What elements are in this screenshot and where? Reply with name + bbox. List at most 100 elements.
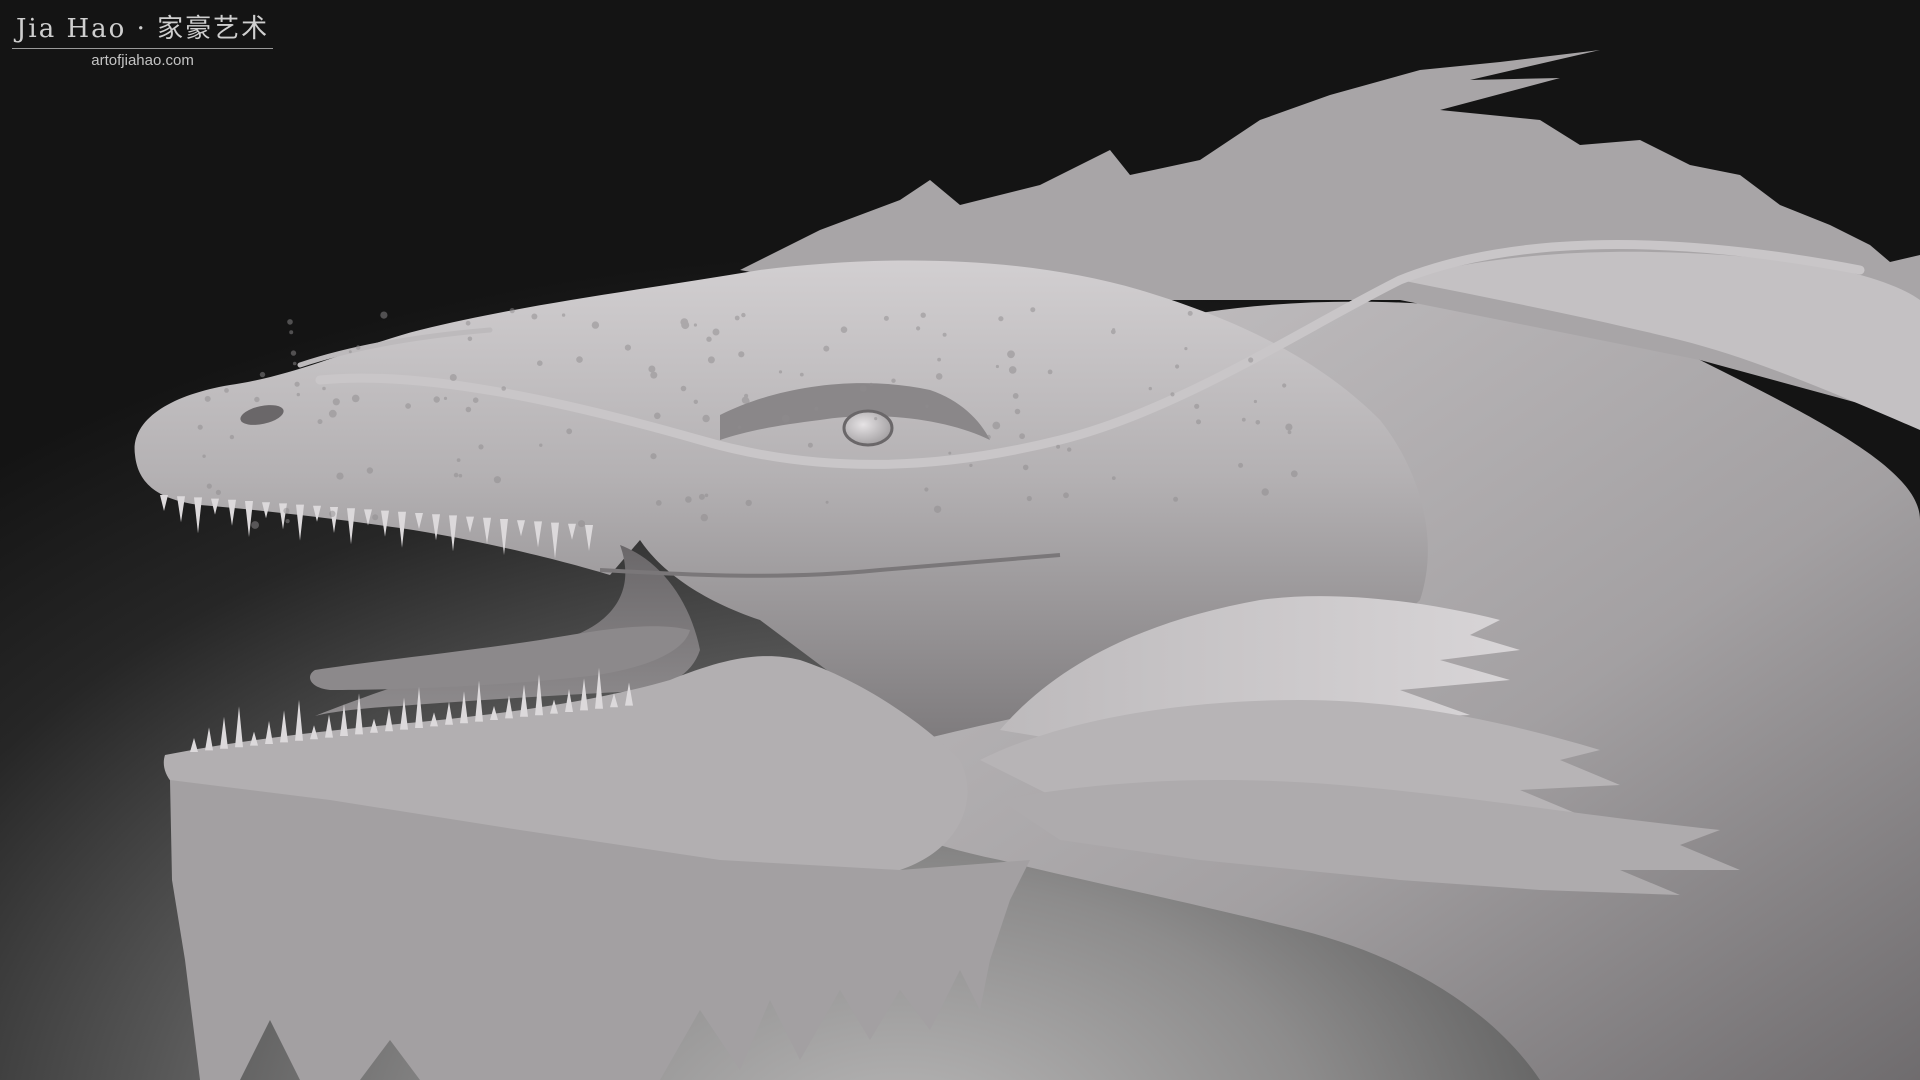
skin-bump xyxy=(1285,423,1293,431)
skin-bump xyxy=(336,472,344,480)
skin-bump xyxy=(204,395,211,402)
skin-bump xyxy=(1261,488,1269,496)
lower-tooth xyxy=(190,738,198,752)
skin-bump xyxy=(1047,369,1053,375)
skin-bump xyxy=(465,320,471,326)
upper-tooth xyxy=(279,503,287,530)
skin-bump xyxy=(933,505,942,513)
lower-tooth xyxy=(430,712,438,727)
skin-bump xyxy=(254,396,260,403)
skin-bump xyxy=(443,396,448,400)
watermark-url: artofjiahao.com xyxy=(91,52,194,69)
skin-bump xyxy=(449,374,457,381)
skin-bump xyxy=(874,417,878,421)
skin-bump xyxy=(986,434,991,440)
dragon-eye xyxy=(842,409,894,447)
skin-bump xyxy=(823,345,830,352)
skin-bump xyxy=(1014,408,1021,415)
skin-bump xyxy=(465,406,472,413)
skin-bump xyxy=(702,414,710,423)
skin-bump xyxy=(380,311,388,319)
skin-bump xyxy=(539,443,543,447)
skin-bump xyxy=(781,414,790,423)
skin-bump xyxy=(467,336,473,342)
skin-bump xyxy=(707,356,715,364)
skin-bump xyxy=(1241,417,1246,422)
skin-bump xyxy=(329,510,336,517)
skin-bump xyxy=(1194,403,1200,409)
lower-tooth xyxy=(265,721,273,744)
lower-tooth xyxy=(220,716,228,749)
skin-bump xyxy=(1007,350,1015,359)
skin-bump xyxy=(576,356,583,363)
skin-bump xyxy=(920,312,926,318)
skin-bump xyxy=(624,344,632,351)
skin-bump xyxy=(322,386,326,391)
skin-bump xyxy=(840,326,848,334)
skin-bump xyxy=(458,473,463,478)
skin-bump xyxy=(290,350,297,356)
skin-bump xyxy=(1148,386,1153,391)
skin-bump xyxy=(1170,392,1175,397)
skin-bump xyxy=(348,350,352,354)
skin-bump xyxy=(287,319,293,325)
watermark-title: Jia Hao · 家豪艺术 xyxy=(12,14,274,49)
skin-bump xyxy=(942,332,947,337)
lower-tooth xyxy=(445,701,453,725)
skin-bump xyxy=(1253,399,1257,404)
skin-bump xyxy=(969,463,973,468)
skin-bump xyxy=(1067,447,1072,452)
lower-tooth xyxy=(385,708,393,732)
upper-tooth xyxy=(296,504,304,541)
skin-bump xyxy=(650,371,658,379)
skin-bump xyxy=(1248,357,1254,363)
skin-bump xyxy=(680,318,689,326)
skin-bump xyxy=(456,458,461,462)
skin-bump xyxy=(215,489,221,495)
skin-bump xyxy=(283,507,290,514)
skin-bump xyxy=(700,513,708,522)
skin-bump xyxy=(197,424,203,430)
lower-tooth xyxy=(325,714,333,738)
artist-watermark: Jia Hao · 家豪艺术 artofjiahao.com xyxy=(12,14,274,71)
lower-tooth xyxy=(205,727,213,751)
skin-bump xyxy=(355,345,361,350)
skin-bump xyxy=(693,323,698,327)
skin-bump xyxy=(924,487,929,492)
skin-bump xyxy=(744,393,749,398)
skin-bump xyxy=(693,399,698,404)
skin-bump xyxy=(859,385,867,392)
render-viewport: Jia Hao · 家豪艺术 artofjiahao.com xyxy=(0,0,1920,1080)
skin-bump xyxy=(738,351,745,358)
skin-bump xyxy=(296,392,300,397)
skin-bump xyxy=(332,398,340,406)
skin-bump xyxy=(712,328,720,336)
skin-bump xyxy=(743,398,750,404)
upper-tooth xyxy=(228,499,236,526)
upper-tooth xyxy=(398,511,406,548)
skin-bump xyxy=(648,365,656,373)
skin-bump xyxy=(995,364,1000,369)
skin-bump xyxy=(737,425,742,430)
skin-bump xyxy=(814,406,819,411)
skin-bump xyxy=(289,330,294,335)
skin-bump xyxy=(1063,492,1069,499)
lower-tooth xyxy=(370,718,378,733)
lower-tooth xyxy=(490,706,498,720)
skin-bump xyxy=(259,371,266,378)
skin-bump xyxy=(778,370,783,374)
skin-bump xyxy=(916,326,921,331)
lower-tooth xyxy=(250,731,258,746)
skin-bump xyxy=(285,519,290,524)
skin-bump xyxy=(478,444,484,450)
skin-bump xyxy=(799,372,804,377)
skin-bump xyxy=(1019,433,1025,440)
skin-bump xyxy=(1173,496,1179,502)
lower-tooth xyxy=(280,710,288,743)
skin-bump xyxy=(655,500,662,506)
upper-tooth xyxy=(177,496,185,523)
skin-bump xyxy=(493,476,501,484)
skin-bump xyxy=(654,412,661,420)
lower-tooth xyxy=(505,695,513,719)
skin-bump xyxy=(883,315,889,321)
